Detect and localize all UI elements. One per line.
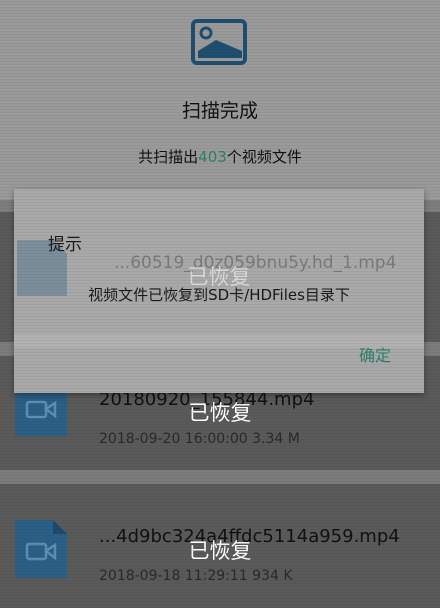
restored-label: 已恢复 <box>188 539 252 563</box>
restore-dialog: ...60519_d0z059bnu5y.hd_1.mp4 已恢复 提示 视频文… <box>14 189 424 393</box>
scan-summary: 共扫描出403个视频文件 <box>0 146 440 167</box>
summary-prefix: 共扫描出 <box>138 148 199 166</box>
video-count: 403 <box>198 148 227 166</box>
restored-label: 已恢复 <box>188 401 252 425</box>
file-size: 934 K <box>252 568 293 584</box>
file-row-2[interactable]: ...4d9bc324a4ffdc5114a959.mp4 2018-09-18… <box>0 484 440 608</box>
confirm-button[interactable]: 确定 <box>359 342 391 366</box>
file-meta: 2018-09-18 11:29:11 934 K <box>99 568 293 584</box>
summary-suffix: 个视频文件 <box>226 148 302 166</box>
image-icon <box>191 19 247 65</box>
file-date: 2018-09-20 16:00:00 <box>99 431 248 447</box>
scan-complete-title: 扫描完成 <box>181 100 258 122</box>
file-date: 2018-09-18 11:29:11 <box>99 568 248 584</box>
scan-result-header: 扫描完成 共扫描出403个视频文件 <box>0 0 440 200</box>
list-divider <box>0 470 440 484</box>
dialog-message: 视频文件已恢复到SD卡/HDFiles目录下 <box>88 286 350 304</box>
file-meta: 2018-09-20 16:00:00 3.34 M <box>99 431 300 447</box>
file-size: 3.34 M <box>252 431 300 447</box>
dialog-title: 提示 <box>48 235 82 255</box>
